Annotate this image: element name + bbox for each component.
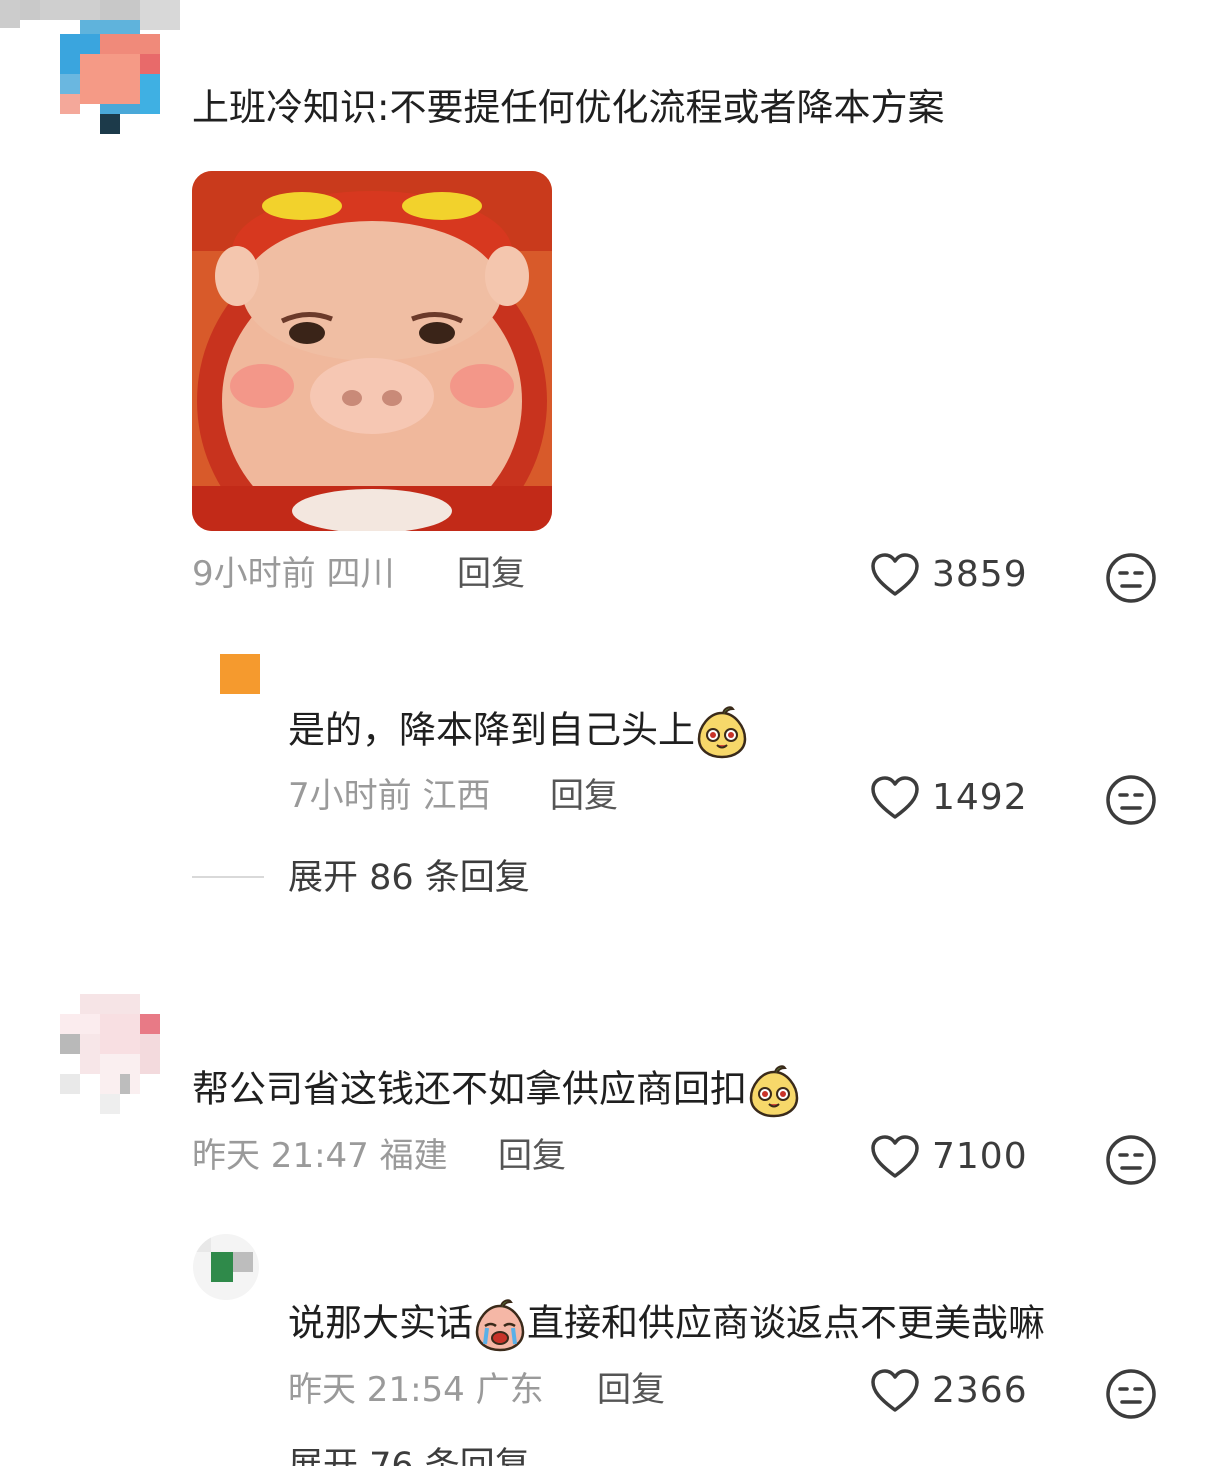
reply-text-content: 是的，降本降到自己头上 <box>288 708 695 752</box>
expand-divider <box>192 876 264 878</box>
comment-text-content: 帮公司省这钱还不如拿供应商回扣 <box>192 1067 747 1111</box>
reply-avatar[interactable] <box>193 1234 259 1300</box>
dislike-button[interactable] <box>1105 1134 1157 1190</box>
comment-meta: 昨天 21:47 福建 <box>192 1136 448 1176</box>
crying-face-emoji <box>475 1299 525 1352</box>
reply-text: 是的，降本降到自己头上 <box>288 705 749 759</box>
reply-meta: 7小时前 江西 <box>288 776 491 816</box>
reply-text: 说那大实话 直接和供应商谈返点不更美哉嘛 <box>288 1298 1045 1352</box>
reply-button[interactable]: 回复 <box>498 1136 566 1176</box>
heart-icon <box>871 553 919 596</box>
heart-icon <box>871 1135 919 1178</box>
like-button[interactable]: 3859 <box>870 552 1028 598</box>
avatar[interactable] <box>60 994 160 1114</box>
like-count: 2366 <box>932 1370 1028 1411</box>
expand-replies-button[interactable]: 展开 76 条回复 <box>288 1446 530 1466</box>
comment-text: 帮公司省这钱还不如拿供应商回扣 <box>192 1064 801 1118</box>
heart-icon <box>871 1369 919 1412</box>
dislike-button[interactable] <box>1105 774 1157 830</box>
reply-text-before: 说那大实话 <box>288 1301 473 1345</box>
comment-image-pig-meme[interactable] <box>192 171 552 531</box>
like-button[interactable]: 1492 <box>870 775 1028 821</box>
heart-icon <box>871 776 919 819</box>
like-button[interactable]: 2366 <box>870 1368 1028 1414</box>
reply-button[interactable]: 回复 <box>457 554 525 594</box>
reply-text-after: 直接和供应商谈返点不更美哉嘛 <box>527 1301 1045 1345</box>
mango-face-emoji <box>749 1065 799 1118</box>
comment-text: 上班冷知识:不要提任何优化流程或者降本方案 <box>192 86 945 129</box>
dislike-face-icon <box>1106 1135 1156 1185</box>
reply-avatar[interactable] <box>220 654 260 694</box>
reply-button[interactable]: 回复 <box>597 1370 665 1410</box>
dislike-button[interactable] <box>1105 552 1157 608</box>
expand-replies-button[interactable]: 展开 86 条回复 <box>288 858 530 898</box>
reply-meta: 昨天 21:54 广东 <box>288 1370 544 1410</box>
dislike-button[interactable] <box>1105 1368 1157 1424</box>
dislike-face-icon <box>1106 775 1156 825</box>
dislike-face-icon <box>1106 553 1156 603</box>
like-count: 1492 <box>932 777 1028 818</box>
pig-face-image <box>192 171 552 531</box>
reply-button[interactable]: 回复 <box>550 776 618 816</box>
mango-face-emoji <box>697 706 747 759</box>
comment-meta: 9小时前 四川 <box>192 554 395 594</box>
avatar[interactable] <box>60 14 160 134</box>
dislike-face-icon <box>1106 1369 1156 1419</box>
like-button[interactable]: 7100 <box>870 1134 1028 1180</box>
like-count: 3859 <box>932 554 1028 595</box>
like-count: 7100 <box>932 1136 1028 1177</box>
